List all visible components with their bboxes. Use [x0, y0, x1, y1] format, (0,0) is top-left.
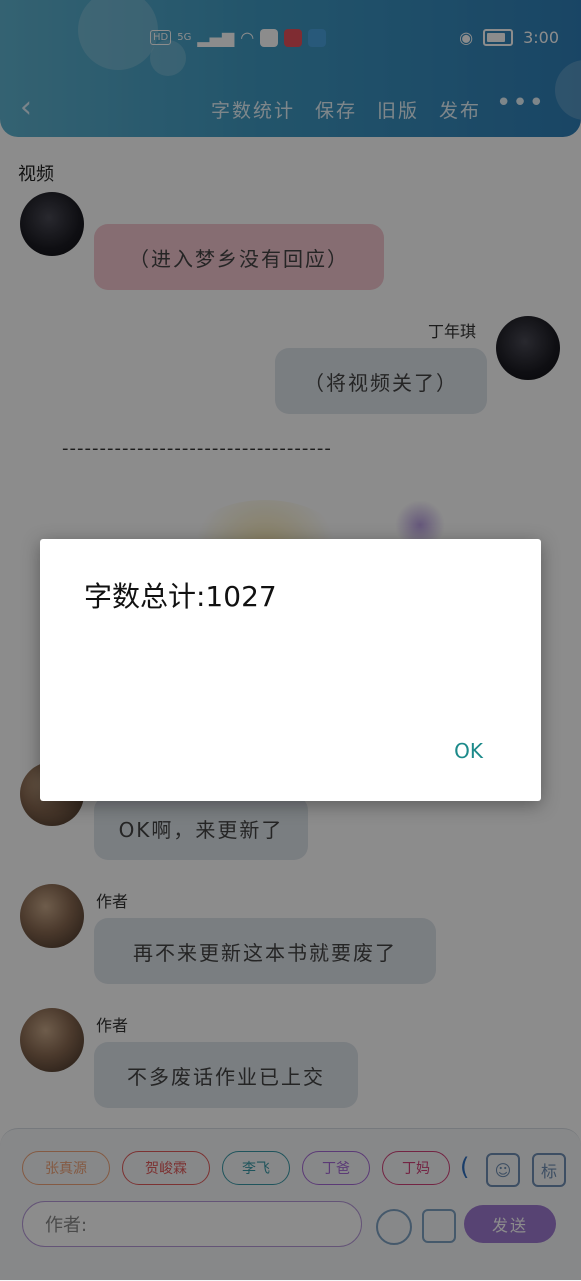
ok-button[interactable]: OK — [454, 739, 483, 763]
dialog-message: 字数总计:1027 — [84, 580, 277, 613]
word-count-dialog: 字数总计:1027 OK — [40, 539, 541, 801]
